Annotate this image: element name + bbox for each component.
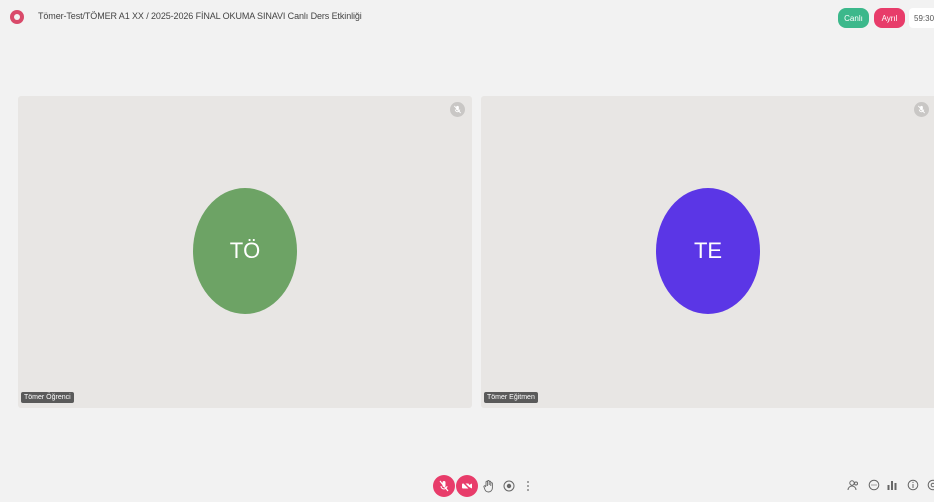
- chat-button[interactable]: [867, 477, 881, 493]
- mic-off-icon: [439, 480, 449, 492]
- session-timer: 59:30: [909, 8, 934, 28]
- avatar: TE: [656, 188, 760, 314]
- participants-button[interactable]: [846, 477, 860, 493]
- stats-button[interactable]: [885, 477, 899, 493]
- camera-toggle-button[interactable]: [456, 475, 478, 497]
- settings-icon: [927, 479, 934, 491]
- top-bar: Tömer-Test/TÖMER A1 XX / 2025-2026 FİNAL…: [0, 0, 934, 34]
- info-button[interactable]: [906, 477, 920, 493]
- live-badge: Canlı: [838, 8, 869, 28]
- avatar: TÖ: [193, 188, 297, 314]
- mic-muted-icon: [450, 102, 465, 117]
- leave-button[interactable]: Ayrıl: [874, 8, 905, 28]
- participant-name: Tömer Eğitmen: [484, 392, 538, 403]
- session-title: Tömer-Test/TÖMER A1 XX / 2025-2026 FİNAL…: [38, 11, 362, 21]
- app-logo-icon: [10, 10, 24, 24]
- chat-icon: [868, 479, 880, 491]
- screen-share-icon: [503, 480, 515, 492]
- settings-button[interactable]: [926, 477, 934, 493]
- mic-muted-icon: [914, 102, 929, 117]
- video-tile-student[interactable]: TÖ Tömer Öğrenci: [18, 96, 472, 408]
- screen-share-button[interactable]: [502, 478, 516, 494]
- info-icon: [907, 479, 919, 491]
- more-icon: [527, 481, 529, 491]
- participant-name: Tömer Öğrenci: [21, 392, 74, 403]
- stats-icon: [887, 481, 897, 490]
- raise-hand-button[interactable]: [481, 478, 495, 494]
- more-options-button[interactable]: [524, 478, 532, 494]
- raise-hand-icon: [482, 479, 493, 492]
- video-tile-teacher[interactable]: TE Tömer Eğitmen: [481, 96, 934, 408]
- camera-off-icon: [461, 480, 473, 492]
- mic-toggle-button[interactable]: [433, 475, 455, 497]
- participants-icon: [847, 480, 858, 491]
